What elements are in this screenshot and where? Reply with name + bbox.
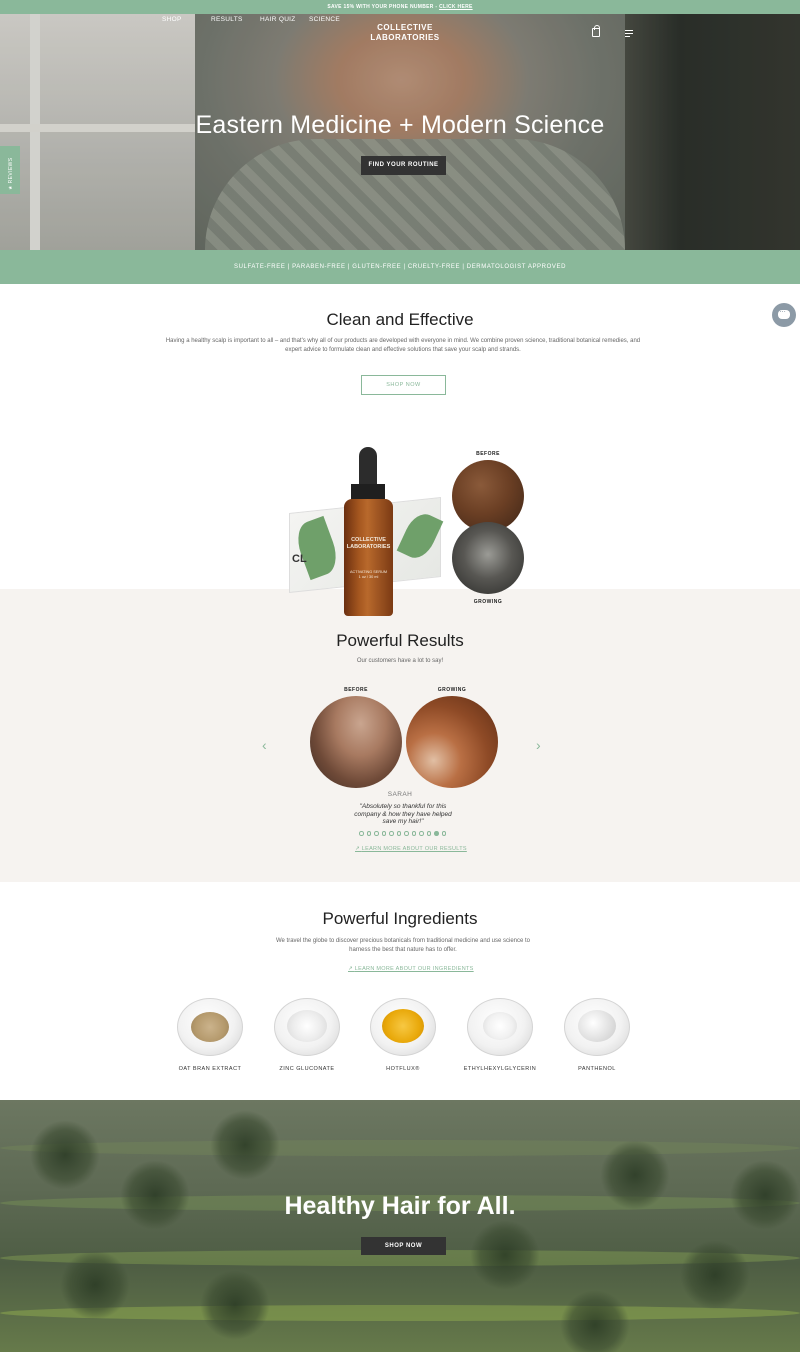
footer-hero-title: Healthy Hair for All. xyxy=(284,1192,516,1220)
learn-more-ingredients-text: LEARN MORE ABOUT OUR INGREDIENTS xyxy=(354,966,474,972)
footer-shop-now-button[interactable]: SHOP NOW xyxy=(361,1237,446,1255)
carousel-dot[interactable] xyxy=(441,831,446,836)
learn-more-results-link[interactable]: ↗ LEARN MORE ABOUT OUR RESULTS xyxy=(355,846,467,852)
claims-bar: SULFATE-FREE | PARABEN-FREE | GLUTEN-FRE… xyxy=(0,250,800,284)
learn-more-results-text: LEARN MORE ABOUT OUR RESULTS xyxy=(361,846,467,852)
reviews-tab[interactable]: ★ REVIEWS xyxy=(0,146,20,194)
review-name: SARAH xyxy=(387,791,413,798)
bottle-sub: ACTIVATING SERUM 1 oz / 30 ml xyxy=(344,570,393,580)
nav-item-hair-quiz[interactable]: HAIR QUIZ xyxy=(260,16,296,23)
nav-item-science[interactable]: SCIENCE xyxy=(309,16,340,23)
bottle-label-line2: LABORATORIES xyxy=(346,544,391,550)
hero-title: Eastern Medicine + Modern Science xyxy=(195,111,605,139)
product-growing-photo xyxy=(452,522,524,594)
clean-text: Having a healthy scalp is important to a… xyxy=(165,338,641,353)
carousel-dot[interactable] xyxy=(411,831,416,836)
results-growing-photo xyxy=(406,696,498,788)
serum-bottle xyxy=(344,499,393,616)
carousel-dot[interactable] xyxy=(374,831,379,836)
carousel-dot[interactable] xyxy=(396,831,401,836)
find-routine-button[interactable]: FIND YOUR ROUTINE xyxy=(361,156,446,175)
carousel-next-icon[interactable]: › xyxy=(536,738,546,752)
announcement-link[interactable]: CLICK HERE xyxy=(439,4,473,10)
announcement-bar: SAVE 15% WITH YOUR PHONE NUMBER - CLICK … xyxy=(0,0,800,14)
carousel-prev-icon[interactable]: ‹ xyxy=(262,738,272,752)
ingredient-label: ZINC GLUCONATE xyxy=(279,1066,335,1072)
product-before-label: BEFORE xyxy=(476,451,500,457)
results-before-label: BEFORE xyxy=(344,687,368,693)
learn-more-ingredients-link[interactable]: ↗ LEARN MORE ABOUT OUR INGREDIENTS xyxy=(348,966,474,972)
ingredients-text: We travel the globe to discover precious… xyxy=(275,938,531,953)
bag-icon[interactable] xyxy=(592,25,600,37)
logo-line2: LABORATORIES xyxy=(370,33,440,42)
shop-now-outline-button[interactable]: SHOP NOW xyxy=(361,375,446,395)
carousel-dot[interactable] xyxy=(389,831,394,836)
bottle-sub-line2: 1 oz / 30 ml xyxy=(358,575,379,579)
nav-item-results[interactable]: RESULTS xyxy=(211,16,243,23)
bottle-dropper xyxy=(359,447,377,487)
nav-item-shop[interactable]: SHOP xyxy=(162,16,182,23)
menu-icon[interactable] xyxy=(625,30,633,37)
carousel-dot[interactable] xyxy=(426,831,431,836)
review-quote: "Absolutely so thankful for this company… xyxy=(354,803,452,825)
clean-title: Clean and Effective xyxy=(326,310,474,329)
logo[interactable]: COLLECTIVE LABORATORIES xyxy=(360,23,450,43)
ingredient-dish-zinc xyxy=(272,996,342,1058)
ingredient-label: PANTHENOL xyxy=(578,1066,616,1072)
bottle-label-line1: COLLECTIVE xyxy=(351,537,386,543)
carousel-dot[interactable] xyxy=(366,831,371,836)
announcement-text: SAVE 15% WITH YOUR PHONE NUMBER - xyxy=(327,4,440,10)
ingredient-dish-panthenol xyxy=(562,996,632,1058)
carousel-dot[interactable] xyxy=(419,831,424,836)
ingredient-dish-hotflux xyxy=(368,996,438,1058)
box-mark: CL xyxy=(292,553,307,565)
carousel-dot[interactable] xyxy=(434,831,439,836)
carousel-dot[interactable] xyxy=(359,831,364,836)
ingredient-label: ETHYLHEXYLGLYCERIN xyxy=(463,1066,537,1072)
logo-line1: COLLECTIVE xyxy=(377,23,433,32)
carousel-dot[interactable] xyxy=(404,831,409,836)
results-growing-label: GROWING xyxy=(437,687,467,693)
ingredient-dish-ethylhexylglycerin xyxy=(465,996,535,1058)
results-title: Powerful Results xyxy=(336,631,464,650)
results-before-photo xyxy=(310,696,402,788)
ingredients-title: Powerful Ingredients xyxy=(322,909,478,928)
carousel-dot[interactable] xyxy=(381,831,386,836)
ingredient-label: OAT BRAN EXTRACT xyxy=(178,1066,242,1072)
results-subtitle: Our customers have a lot to say! xyxy=(356,658,444,664)
ingredient-dish-oat-bran xyxy=(175,996,245,1058)
product-growing-label: GROWING xyxy=(473,599,503,605)
footer-hero-image xyxy=(0,1100,800,1352)
ingredient-label: HOTFLUX® xyxy=(386,1066,420,1072)
reviews-tab-label: ★ REVIEWS xyxy=(8,157,14,190)
carousel-dots xyxy=(359,831,449,836)
bottle-label: COLLECTIVE LABORATORIES xyxy=(344,537,393,551)
